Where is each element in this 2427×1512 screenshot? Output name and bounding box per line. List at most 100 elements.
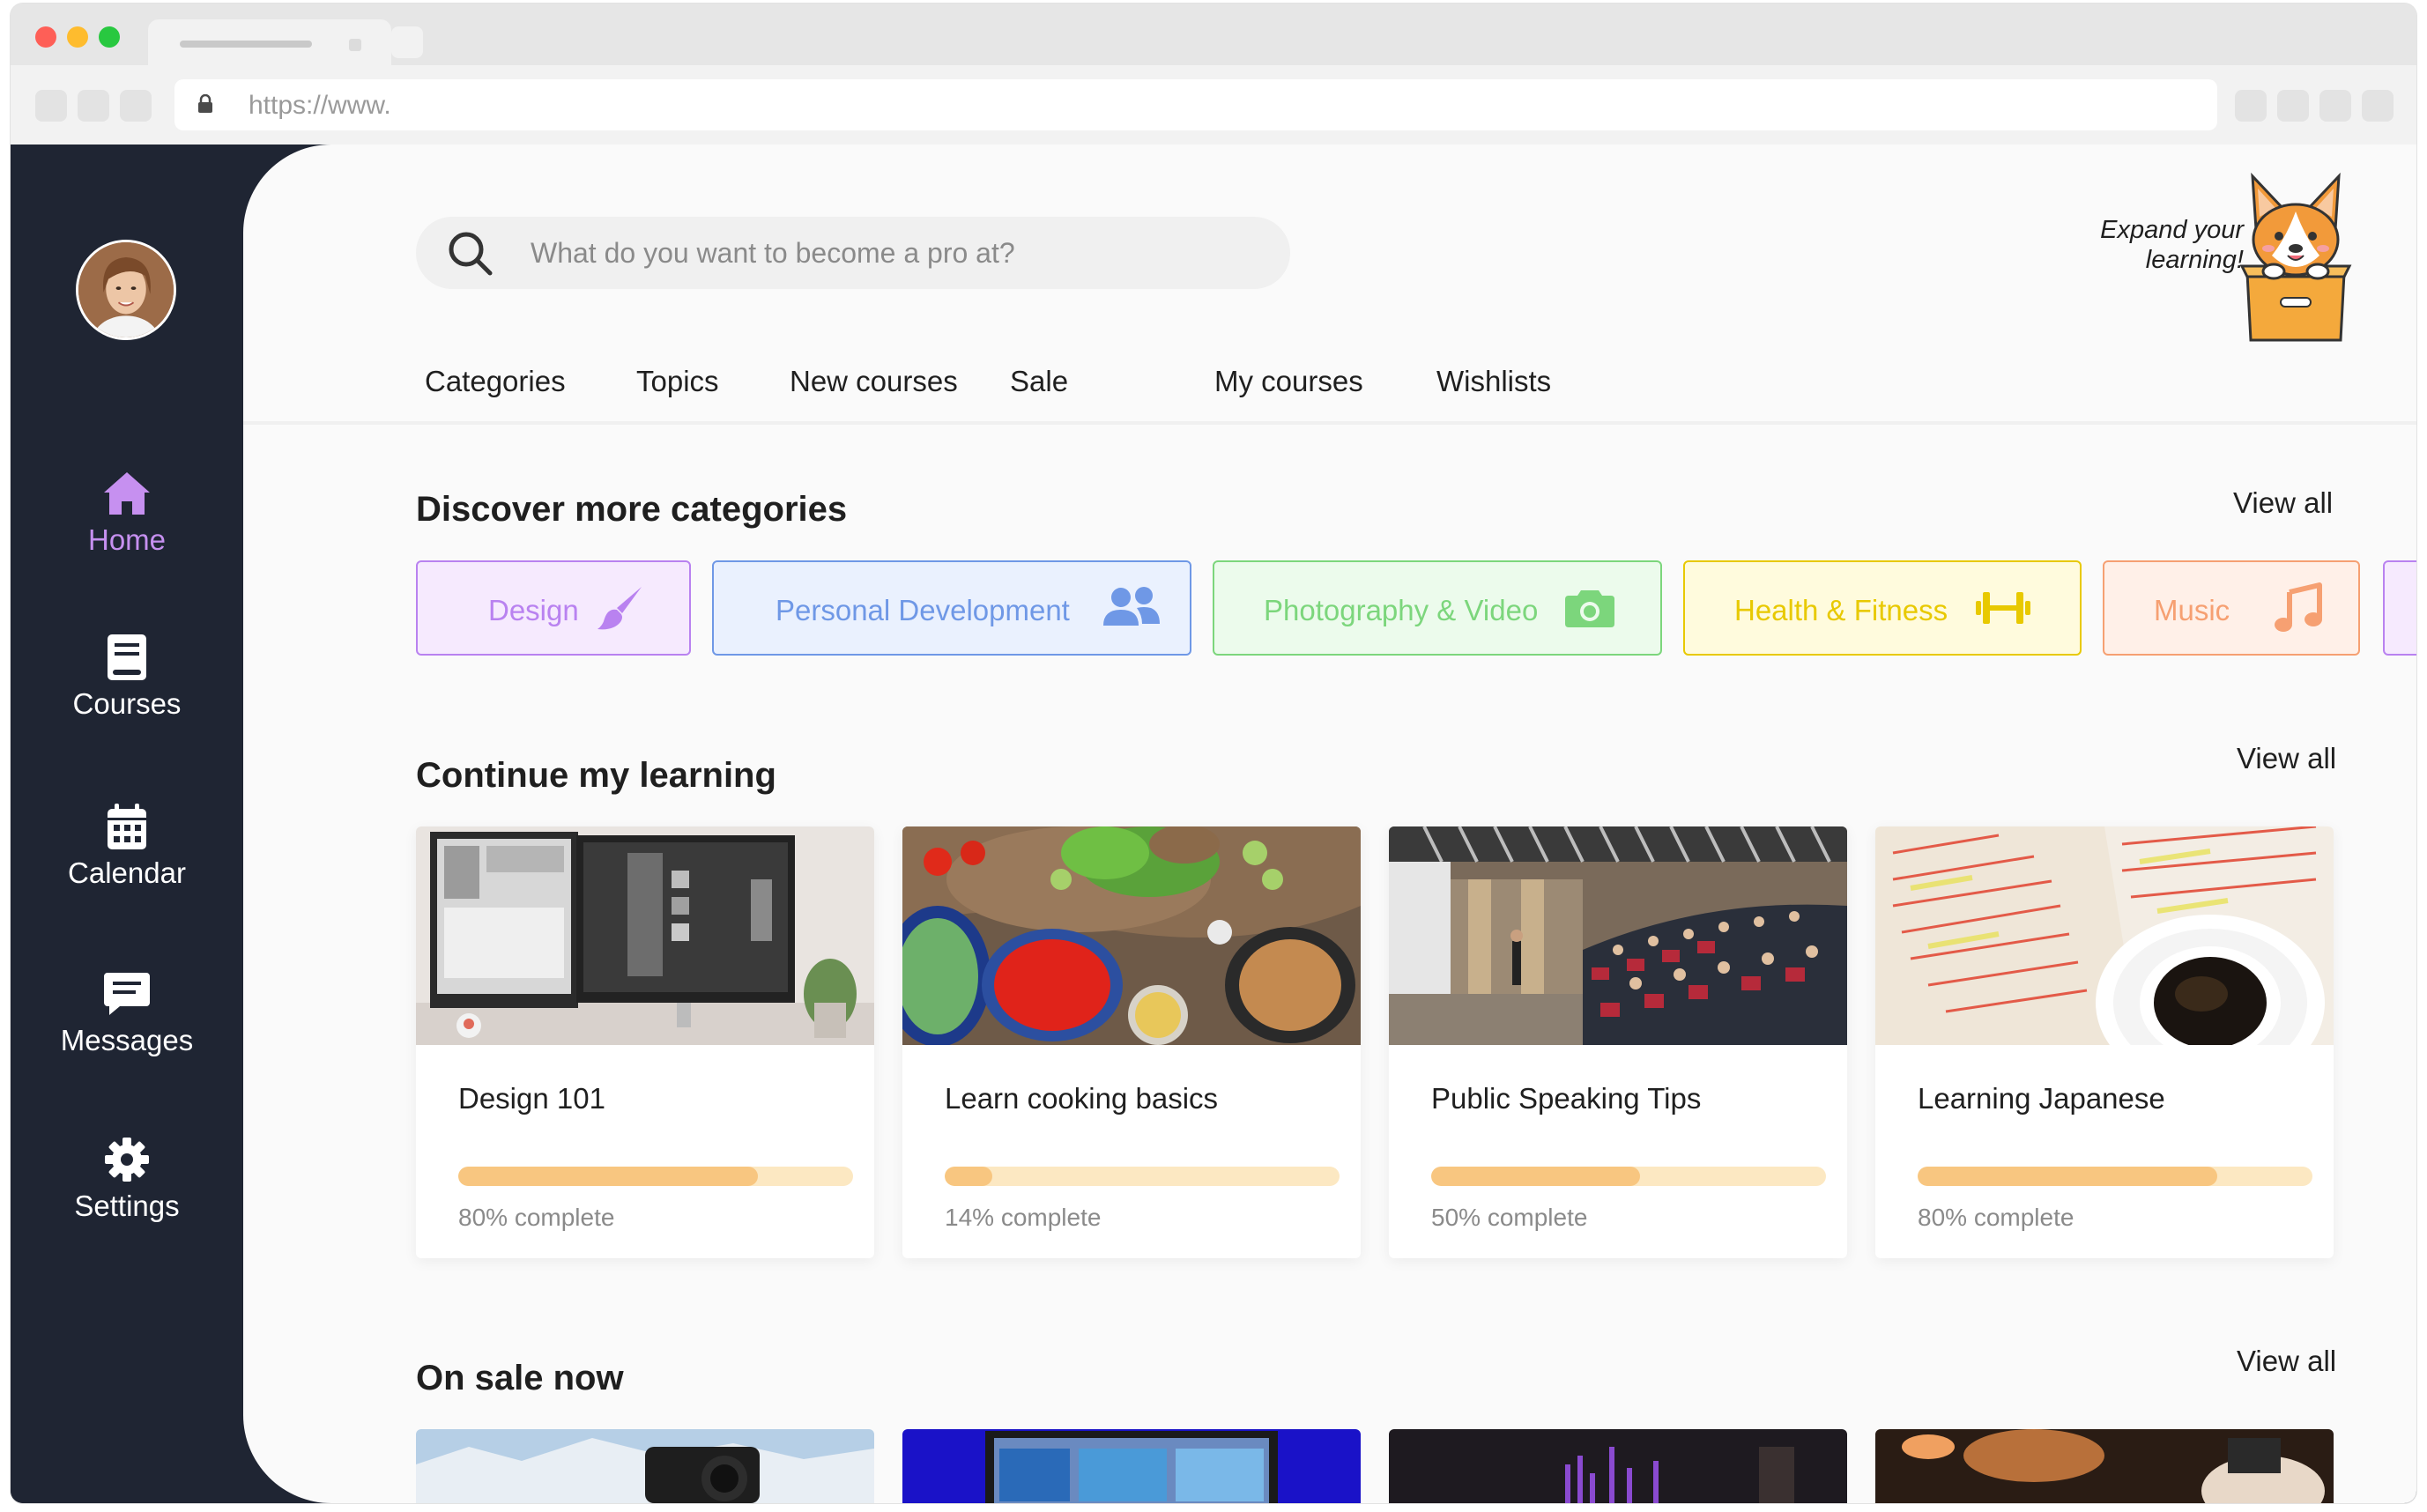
sidebar-item-label: Calendar — [68, 856, 186, 889]
nav-categories[interactable]: Categories — [425, 365, 566, 398]
sidebar: Home Courses Calendar Messages Settings — [11, 145, 243, 1503]
progress-fill — [458, 1167, 759, 1186]
course-card-public-speaking[interactable]: Public Speaking Tips 50% complete — [1389, 826, 1847, 1258]
category-label: Photography & Video — [1264, 594, 1539, 626]
course-title: Public Speaking Tips — [1431, 1082, 1702, 1115]
close-window-button[interactable] — [35, 26, 56, 48]
app: Home Courses Calendar Messages Settings … — [11, 145, 2416, 1503]
sidebar-item-label: Settings — [74, 1190, 180, 1222]
progress-bar — [1918, 1167, 2312, 1186]
forward-button[interactable] — [78, 90, 109, 122]
category-design[interactable]: Design — [416, 560, 691, 656]
extension-button-2[interactable] — [2277, 90, 2309, 122]
people-icon — [1103, 587, 1160, 626]
sale-card-2-thumbnail[interactable] — [902, 1429, 1361, 1503]
reload-button[interactable] — [120, 90, 152, 122]
category-next-partial[interactable] — [2383, 560, 2416, 656]
nav-my-courses[interactable]: My courses — [1214, 365, 1363, 398]
corgi-mascot-illustration — [2239, 172, 2352, 342]
nav-new-courses[interactable]: New courses — [790, 365, 958, 398]
sidebar-item-label: Home — [87, 523, 167, 556]
tab-close-icon[interactable] — [349, 39, 361, 51]
progress-bar — [945, 1167, 1340, 1186]
camera-icon — [1565, 590, 1614, 627]
maximize-window-button[interactable] — [99, 26, 120, 48]
browser-window: https://www. Home Courses Calendar Messa… — [11, 4, 2416, 1503]
course-thumbnail — [1389, 826, 1847, 1045]
sidebar-item-home[interactable]: Home — [11, 469, 243, 557]
minimize-window-button[interactable] — [67, 26, 88, 48]
course-title: Learning Japanese — [1918, 1082, 2165, 1115]
progress-text: 80% complete — [458, 1204, 615, 1231]
calendar-icon — [108, 804, 146, 849]
category-music[interactable]: Music — [2103, 560, 2360, 656]
nav-topics[interactable]: Topics — [636, 365, 719, 398]
course-card-learning-japanese[interactable]: Learning Japanese 80% complete — [1875, 826, 2334, 1258]
progress-text: 80% complete — [1918, 1204, 2074, 1231]
sidebar-item-label: Courses — [72, 687, 182, 720]
category-label: Personal Development — [776, 594, 1070, 626]
sidebar-item-messages[interactable]: Messages — [11, 969, 243, 1057]
dumbbell-icon — [1976, 592, 2030, 624]
progress-fill — [945, 1167, 992, 1186]
lock-icon — [198, 94, 212, 113]
avatar[interactable] — [76, 240, 176, 340]
learning-title: Continue my learning — [416, 756, 776, 795]
sale-thumbnail-image — [1389, 1429, 1847, 1503]
nav-wishlists[interactable]: Wishlists — [1436, 365, 1551, 398]
sale-thumbnail-image — [416, 1429, 874, 1503]
extension-button-1[interactable] — [2235, 90, 2267, 122]
progress-text: 50% complete — [1431, 1204, 1588, 1231]
sale-card-4-thumbnail[interactable] — [1875, 1429, 2334, 1503]
sale-card-1-thumbnail[interactable] — [416, 1429, 874, 1503]
extension-button-3[interactable] — [2319, 90, 2351, 122]
progress-bar — [1431, 1167, 1826, 1186]
paintbrush-icon — [597, 587, 642, 630]
categories-title: Discover more categories — [416, 490, 848, 529]
category-label: Music — [2154, 594, 2230, 626]
sale-title: On sale now — [416, 1359, 624, 1397]
sale-view-all-link[interactable]: View all — [2237, 1345, 2336, 1378]
sidebar-item-settings[interactable]: Settings — [11, 1135, 243, 1223]
learning-view-all-link[interactable]: View all — [2237, 742, 2336, 775]
course-card-design-101[interactable]: Design 101 80% complete — [416, 826, 874, 1258]
browser-tab-bar — [11, 4, 2416, 65]
new-tab-button[interactable] — [391, 26, 423, 58]
course-card-cooking-basics[interactable]: Learn cooking basics 14% complete — [902, 826, 1361, 1258]
sidebar-item-calendar[interactable]: Calendar — [11, 802, 243, 890]
category-label: Health & Fitness — [1734, 594, 1948, 626]
sale-card-3-thumbnail[interactable] — [1389, 1429, 1847, 1503]
url-text: https://www. — [249, 91, 391, 120]
promo-text: Expand your learning! — [2050, 215, 2244, 275]
user-photo — [78, 242, 174, 337]
address-bar[interactable]: https://www. — [174, 79, 2217, 130]
browser-toolbar: https://www. — [11, 65, 2416, 145]
course-thumbnail — [416, 826, 874, 1045]
back-button[interactable] — [35, 90, 67, 122]
header-divider — [243, 421, 2416, 425]
music-note-icon — [2275, 582, 2322, 632]
course-title: Learn cooking basics — [945, 1082, 1219, 1115]
sidebar-item-label: Messages — [60, 1024, 194, 1056]
category-label: Design — [488, 594, 579, 626]
message-icon — [104, 973, 150, 1015]
progress-text: 14% complete — [945, 1204, 1102, 1231]
category-personal-development[interactable]: Personal Development — [712, 560, 1191, 656]
nav-sale[interactable]: Sale — [1010, 365, 1068, 398]
sale-thumbnail-image — [902, 1429, 1361, 1503]
categories-view-all-link[interactable]: View all — [2233, 486, 2333, 520]
promo-line-1: Expand your — [2100, 216, 2244, 244]
progress-fill — [1431, 1167, 1641, 1186]
course-title: Design 101 — [458, 1082, 605, 1115]
progress-fill — [1918, 1167, 2218, 1186]
gear-icon — [105, 1138, 149, 1182]
browser-tab[interactable] — [148, 19, 391, 65]
course-thumbnail — [1875, 826, 2334, 1045]
tab-title-placeholder — [180, 41, 312, 48]
sidebar-item-courses[interactable]: Courses — [11, 633, 243, 721]
category-health-fitness[interactable]: Health & Fitness — [1683, 560, 2082, 656]
search-input[interactable] — [531, 217, 1253, 289]
search-icon[interactable] — [446, 229, 494, 277]
category-photography-video[interactable]: Photography & Video — [1213, 560, 1662, 656]
extension-button-4[interactable] — [2362, 90, 2394, 122]
